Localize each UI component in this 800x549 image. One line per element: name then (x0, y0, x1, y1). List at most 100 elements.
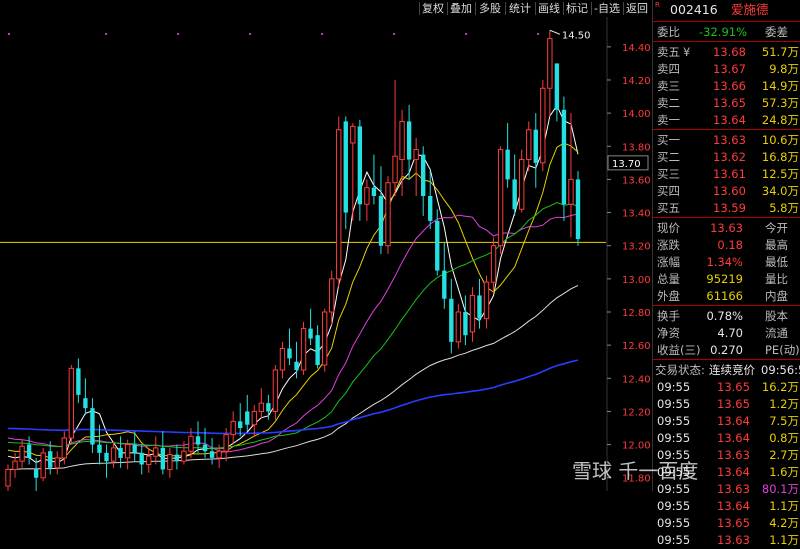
candle-body-18 (132, 444, 137, 453)
trade-status-value: 连续竞价 (709, 363, 755, 377)
candle-body-26 (188, 435, 194, 452)
candle-body-4 (33, 469, 39, 478)
candle-body-48 (343, 121, 348, 213)
stat-value-4: 61166 (706, 289, 743, 303)
candle-body-68 (483, 281, 490, 320)
tick-vol-9: 1.1万 (769, 533, 799, 547)
tick-price-1: 13.65 (717, 397, 750, 411)
kline-chart[interactable]: 14.40 14.20 14.00 13.80 13.60 13.40 13.20 13.00… (0, 17, 652, 491)
bid-vol-0: 10.6万 (761, 133, 799, 147)
tick-time-9: 09:55 (657, 533, 691, 547)
toolbar-button-2[interactable]: 多股 (476, 0, 504, 17)
quote-panel: R 002416 爱施德 委比 -32.91% 委差 卖五 ¥13.68 51.7万 卖四 1… (652, 0, 800, 547)
bid-label-1: 买二 (657, 150, 680, 164)
toolbar-button-7[interactable]: 返回 (624, 0, 650, 17)
candle-body-39 (279, 347, 286, 371)
toolbar-button-5[interactable]: 标记 (564, 0, 590, 17)
toolbar-button-0[interactable]: 复权 (420, 0, 446, 17)
candle-body-71 (505, 149, 510, 180)
chart-toolbar: 复权 叠加 多股 统计 画线 标记 -自选 返回 (0, 0, 652, 17)
stat-label2-3: 量比 (765, 272, 788, 286)
divider-bids (653, 129, 800, 130)
tick-vol-6: 80.1万 (761, 482, 799, 496)
candle-body-69 (490, 245, 497, 283)
candle-body-57 (406, 121, 412, 160)
bid-label-3: 买四 (657, 184, 680, 198)
top-marker-3 (249, 33, 251, 35)
toolbar-button-4[interactable]: 画线 (536, 0, 562, 17)
stat-label-1: 涨跌 (657, 238, 680, 252)
y-tick-label-1: 14.20 (622, 76, 651, 87)
ask-vol-2: 14.9万 (761, 79, 799, 93)
stat-value-0: 13.63 (710, 221, 743, 235)
toolbar-button-1[interactable]: 叠加 (448, 0, 474, 17)
candle-body-67 (477, 295, 482, 319)
tick-row-9: 09:55 13.63 1.1万 (653, 531, 800, 549)
candle-body-43 (308, 328, 313, 339)
y-tick-label-6: 13.20 (622, 242, 651, 253)
candle-body-3 (26, 444, 32, 458)
candle-body-78 (554, 63, 560, 110)
candle-body-64 (455, 311, 462, 343)
stat2-label-2: 收益(三) (657, 343, 701, 357)
candle-body-53 (378, 195, 384, 246)
ask-vol-0: 51.7万 (761, 45, 799, 59)
trade-status-row: 交易状态: 连续竞价 09:56:57 (653, 361, 800, 379)
toolbar-separator (505, 2, 506, 15)
candle-body-70 (497, 149, 504, 247)
divider-trade (653, 359, 800, 360)
stat-label2-0: 今开 (765, 221, 788, 235)
candle-body-31 (223, 434, 229, 452)
tick-row-3: 09:55 13.64 0.8万 (653, 429, 800, 447)
candle-body-1 (12, 460, 18, 470)
toolbar-button-3[interactable]: 统计 (506, 0, 534, 17)
high-pointer (549, 29, 561, 35)
candle-body-15 (110, 447, 117, 462)
candle-body-14 (104, 452, 109, 462)
candle-body-33 (238, 421, 243, 429)
y-tick-label-8: 12.80 (622, 308, 651, 319)
candle-body-52 (371, 187, 377, 196)
ask-vol-4: 24.8万 (761, 113, 799, 127)
ask-mark-0: ¥ (683, 45, 691, 59)
candle-body-28 (202, 444, 208, 452)
ask-label-0: 卖五 (657, 45, 680, 59)
candle-body-25 (181, 450, 187, 462)
toolbar-button-6[interactable]: -自选 (592, 0, 622, 17)
stat2-value-1: 4.70 (717, 326, 743, 340)
candle-body-79 (561, 109, 567, 205)
candle-body-41 (294, 361, 299, 371)
candle-body-10 (76, 368, 81, 395)
stat2-value-2: 0.270 (710, 343, 743, 357)
candle-body-51 (364, 187, 370, 205)
candle-body-66 (469, 294, 476, 333)
candle-body-13 (97, 444, 102, 453)
candle-body-27 (195, 436, 201, 445)
stat-row-3: 总量 95219 量比 (653, 270, 800, 288)
high-label: 14.50 (562, 30, 591, 41)
y-tick-label-9: 12.60 (622, 341, 651, 352)
stat-label2-1: 最高 (765, 238, 788, 252)
candle-body-0 (5, 468, 11, 487)
toolbar-separator (623, 2, 624, 15)
bid-vol-2: 12.5万 (761, 167, 799, 181)
candle-body-36 (258, 402, 265, 412)
stat-row-0: 现价 13.63 今开 (653, 219, 800, 237)
toolbar-separator (419, 2, 420, 15)
top-marker-5 (393, 33, 395, 35)
candle-body-44 (315, 335, 320, 366)
bid-price-3: 13.60 (713, 184, 746, 198)
candle-body-2 (19, 445, 25, 462)
candle-body-9 (68, 367, 75, 439)
bid-label-2: 买三 (657, 167, 680, 181)
bid-vol-4: 5.8万 (769, 201, 799, 215)
candle-body-8 (61, 437, 67, 459)
stat-label-0: 现价 (657, 221, 680, 235)
candle-body-37 (266, 403, 271, 412)
tick-price-0: 13.65 (717, 380, 750, 394)
candle-body-30 (216, 450, 222, 459)
weicha-label: 委差 (765, 25, 788, 39)
tick-price-2: 13.64 (717, 414, 750, 428)
tick-price-3: 13.64 (717, 431, 750, 445)
candle-body-34 (245, 411, 250, 425)
